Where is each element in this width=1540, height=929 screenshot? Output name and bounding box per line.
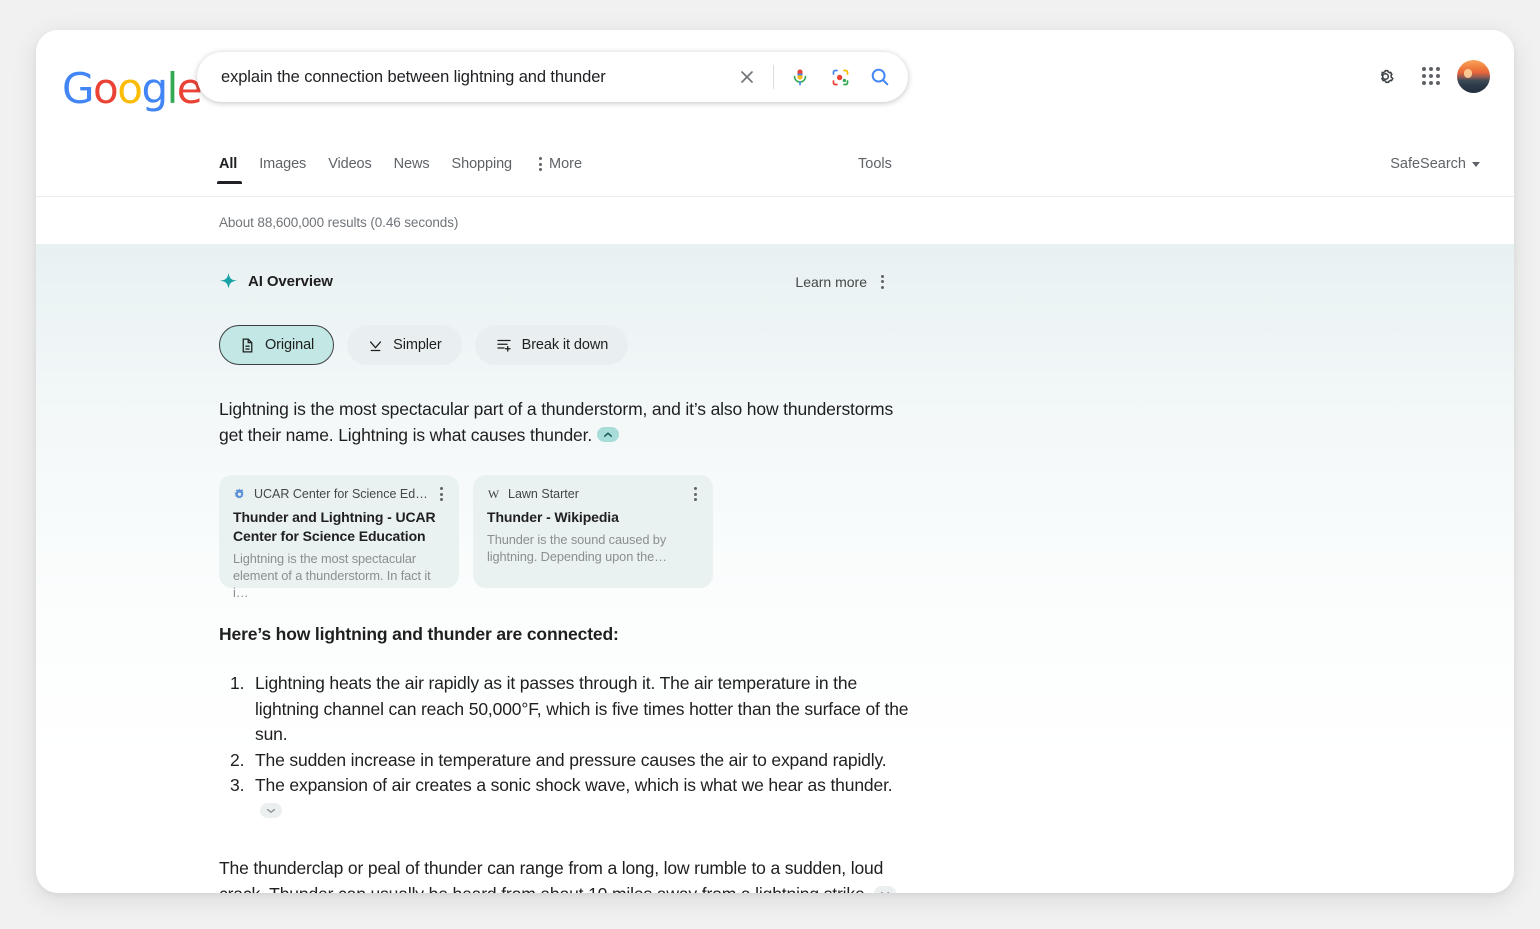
wikipedia-w-favicon-icon: W [487,488,500,501]
source-card-ucar[interactable]: UCAR Center for Science Edu… Thunder and… [219,475,459,600]
chevron-down-icon [1472,161,1480,167]
learn-more-link[interactable]: Learn more [795,274,867,290]
google-lens-icon[interactable] [820,57,860,97]
document-icon [242,337,253,353]
source-site-name: Lawn Starter [508,487,579,501]
step-text: The sudden increase in temperature and p… [255,749,887,770]
sparkle-icon [219,272,238,289]
kebab-menu-icon[interactable] [881,274,884,289]
results-count: About 88,600,000 results (0.46 seconds) [219,215,459,230]
list-item: The expansion of air creates a sonic sho… [249,773,919,824]
search-bar[interactable] [197,52,908,102]
chip-break-it-down[interactable]: Break it down [474,325,629,365]
browser-page-card: Google explain the connection between li… [36,30,1514,893]
list-plus-icon [496,339,511,352]
search-header: Google [36,30,1514,156]
step-text: Lightning heats the air rapidly as it pa… [255,673,909,744]
chip-label: Simpler [393,337,442,353]
step-text: The expansion of air creates a sonic sho… [255,775,893,795]
intro-paragraph: Lightning is the most spectacular part o… [219,397,919,448]
source-title: Thunder - Wikipedia [487,509,619,525]
source-title: Thunder and Lightning - UCAR Center for … [233,509,436,544]
list-item: Lightning heats the air rapidly as it pa… [249,671,919,748]
ai-overview-section: AI Overview Learn more Original Simpler … [36,244,1514,893]
simplify-icon [370,340,382,351]
source-card-lawnstarter[interactable]: W Lawn Starter Thunder - Wikipedia Thund… [473,475,713,588]
apps-grid-dots [1422,67,1440,85]
kebab-menu-icon [539,157,543,171]
closing-paragraph-text: The thunderclap or peal of thunder can r… [219,858,884,893]
search-tabs: All Images Videos News Shopping More Too… [36,156,1514,194]
intro-paragraph-text: Lightning is the most spectacular part o… [219,399,894,445]
ai-overview-header: AI Overview Learn more [219,272,884,291]
more-label: More [549,156,583,172]
clear-search-icon[interactable] [727,57,767,97]
source-card-header: W Lawn Starter [487,487,699,501]
chip-simpler[interactable]: Simpler [347,325,462,365]
gear-icon[interactable] [1365,56,1405,96]
chip-label: Break it down [521,337,609,353]
search-submit-icon[interactable] [860,57,900,97]
safesearch-button[interactable]: SafeSearch [1390,156,1480,172]
ai-overview-title: AI Overview [248,273,333,290]
tab-shopping[interactable]: Shopping [441,156,523,184]
chip-label: Original [265,337,315,353]
ai-overview-actions: Learn more [795,274,884,290]
screen: Google explain the connection between li… [0,0,1540,929]
chevron-down-icon[interactable] [874,885,897,893]
tab-all[interactable]: All [216,156,248,184]
source-cards: UCAR Center for Science Edu… Thunder and… [219,475,919,600]
chip-original[interactable]: Original [219,325,335,365]
avatar[interactable] [1457,59,1490,93]
source-snippet: Thunder is the sound caused by lightning… [487,532,667,564]
kebab-menu-icon[interactable] [438,487,445,501]
steps-list: Lightning heats the air rapidly as it pa… [219,671,919,824]
header-actions [1365,56,1490,96]
wikipedia-w-glyph: W [487,487,500,501]
search-divider [773,65,774,89]
source-site-name: UCAR Center for Science Edu… [254,487,430,501]
gear-favicon-icon [233,487,246,501]
ai-overview-chips: Original Simpler Break it down [219,325,1514,365]
tab-images[interactable]: Images [248,156,317,184]
tools-button[interactable]: Tools [858,156,892,172]
chevron-up-icon[interactable] [597,426,620,442]
microphone-icon[interactable] [780,57,820,97]
closing-paragraph: The thunderclap or peal of thunder can r… [219,856,924,893]
google-logo[interactable]: Google [62,64,203,113]
search-input[interactable] [221,67,727,87]
kebab-menu-icon[interactable] [692,487,699,501]
source-card-header: UCAR Center for Science Edu… [233,487,445,501]
ai-overview-body: Lightning is the most spectacular part o… [219,397,919,893]
apps-grid-icon[interactable] [1411,56,1451,96]
tab-videos[interactable]: Videos [317,156,382,184]
list-item: The sudden increase in temperature and p… [249,748,919,774]
chevron-down-icon[interactable] [260,802,282,818]
tab-news[interactable]: News [383,156,441,184]
source-snippet: Lightning is the most spectacular elemen… [233,551,431,600]
more-filters-button[interactable]: More [539,156,582,172]
sub-heading: Here’s how lightning and thunder are con… [219,624,619,644]
safesearch-label: SafeSearch [1390,156,1466,172]
